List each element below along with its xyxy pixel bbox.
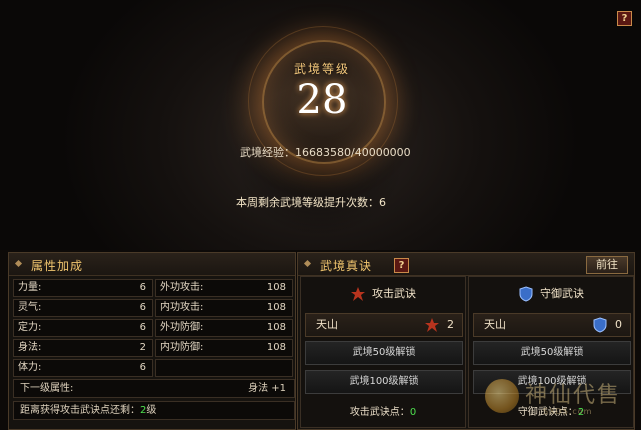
distance-label: 距离获得攻击武诀点还剩： [20,405,140,416]
experience-line: 武境经验：16683580/40000000 [240,144,411,160]
defense-unlock-50-button[interactable]: 武境50级解锁 [473,341,631,365]
attr-label: 定力: [18,322,42,333]
attr-value: 6 [139,282,146,293]
attr-label: 外功攻击: [160,282,204,293]
defense-skill-name: 天山 [484,318,506,331]
attr-label: 内功防御: [160,342,204,353]
attr-label: 外功防御: [160,322,204,333]
level-badge: 武境等级 28 [274,60,370,140]
attack-skill-count: 2 [447,318,454,331]
attr-empty-slot [155,359,293,377]
martial-realm-window: 武境等级 28 武境经验：16683580/40000000 本周剩余武境等级提… [0,0,641,430]
attack-skill-title: 攻击武诀 [372,287,416,300]
attr-value: 108 [266,342,286,353]
attr-value: 6 [139,362,146,373]
attr-label: 力量: [18,282,42,293]
skills-help-icon[interactable]: ? [394,258,409,273]
attack-point-distance: 距离获得攻击武诀点还剩：2级 [13,401,295,420]
weekly-upgrades-label: 本周剩余武境等级提升次数： [236,196,379,209]
diamond-icon [303,259,312,268]
experience-label: 武境经验： [240,146,295,159]
attr-outer-defense: 外功防御: 108 [155,319,293,337]
distance-unit: 级 [146,405,157,416]
weekly-upgrades-line: 本周剩余武境等级提升次数：6 [236,194,386,210]
attack-points-value: 0 [409,407,417,418]
attr-value: 6 [139,302,146,313]
attr-label: 体力: [18,362,42,373]
defense-skill-count: 0 [615,318,622,331]
realm-banner: 武境等级 28 武境经验：16683580/40000000 本周剩余武境等级提… [0,0,641,250]
realm-skills-panel: 武境真诀 ? 前往 攻击武诀 天山 2 武境50级解锁 武境100级解锁 攻击武… [297,252,635,430]
help-icon[interactable]: ? [617,11,632,26]
attr-strength: 力量: 6 [13,279,153,297]
attack-skill-header: 攻击武诀 [301,285,465,303]
attr-stamina: 体力: 6 [13,359,153,377]
attack-emblem-icon [351,287,365,301]
shield-icon [593,317,607,333]
attack-skill-entry[interactable]: 天山 2 [305,313,463,337]
attr-inner-defense: 内功防御: 108 [155,339,293,357]
attr-label: 灵气: [18,302,42,313]
attr-value: 108 [266,322,286,333]
defense-skill-entry[interactable]: 天山 0 [473,313,631,337]
attr-spirit: 灵气: 6 [13,299,153,317]
level-number: 28 [296,77,348,123]
next-level-value: 身法 +1 [248,383,286,394]
attr-focus: 定力: 6 [13,319,153,337]
attr-value: 6 [139,322,146,333]
defense-points-label: 守御武诀点： [517,407,578,418]
attr-value: 108 [266,302,286,313]
defense-skill-header: 守御武诀 [469,285,633,303]
next-level-attributes: 下一级属性: 身法 +1 [13,379,295,398]
defense-skill-column: 守御武诀 天山 0 武境50级解锁 武境100级解锁 守御武诀点：2 [468,276,634,428]
defense-points-line: 守御武诀点：2 [469,403,633,418]
weekly-upgrades-value: 6 [379,196,386,209]
attr-agility: 身法: 2 [13,339,153,357]
diamond-icon [14,259,23,268]
attr-value: 2 [139,342,146,353]
skills-panel-header: 武境真诀 ? 前往 [298,253,634,276]
level-title: 武境等级 [293,62,350,76]
attack-skill-name: 天山 [316,318,338,331]
attack-points-label: 攻击武诀点： [349,407,410,418]
attribute-bonus-panel: 属性加成 力量: 6 灵气: 6 定力: 6 身法: 2 体力: 6 外功攻击:… [8,252,296,430]
attack-unlock-50-button[interactable]: 武境50级解锁 [305,341,463,365]
attack-emblem-icon [425,318,439,332]
attack-skill-column: 攻击武诀 天山 2 武境50级解锁 武境100级解锁 攻击武诀点：0 [300,276,466,428]
attr-label: 内功攻击: [160,302,204,313]
next-level-label: 下一级属性: [20,383,74,394]
attack-points-line: 攻击武诀点：0 [301,403,465,418]
shield-icon [519,286,533,302]
attr-value: 108 [266,282,286,293]
experience-value: 16683580/40000000 [295,146,411,159]
defense-unlock-100-button[interactable]: 武境100级解锁 [473,370,631,394]
attr-inner-attack: 内功攻击: 108 [155,299,293,317]
attribute-panel-header: 属性加成 [9,253,295,276]
goto-button[interactable]: 前往 [586,256,628,274]
attack-unlock-100-button[interactable]: 武境100级解锁 [305,370,463,394]
defense-skill-title: 守御武诀 [540,287,584,300]
attr-label: 身法: [18,342,42,353]
defense-points-value: 2 [577,407,585,418]
skills-panel-title: 武境真诀 [320,259,373,273]
attr-outer-attack: 外功攻击: 108 [155,279,293,297]
attribute-panel-title: 属性加成 [31,259,84,273]
distance-text: 距离获得攻击武诀点还剩：2级 [20,402,156,419]
